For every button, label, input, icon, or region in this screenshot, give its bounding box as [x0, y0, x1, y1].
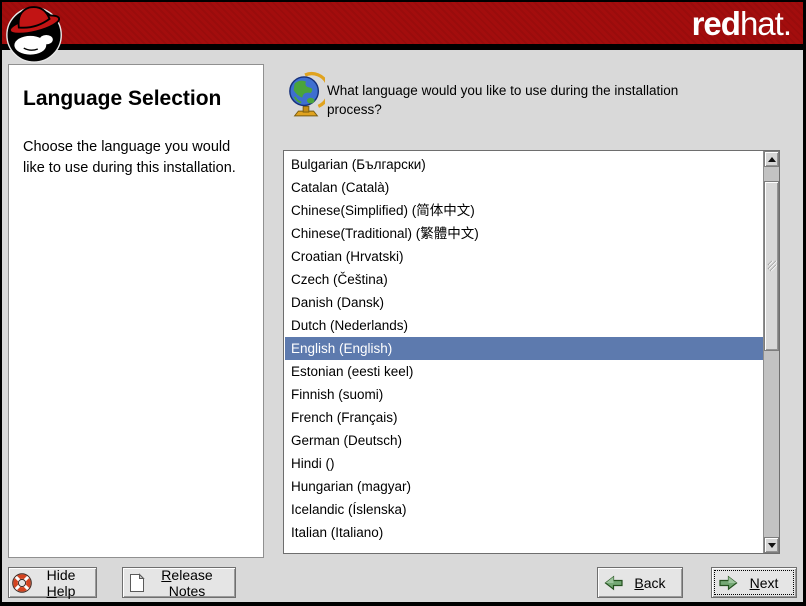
scroll-up-icon [768, 157, 776, 162]
header-divider [2, 44, 803, 50]
brand-bold: red [692, 5, 740, 42]
scrollbar-thumb[interactable] [764, 181, 779, 351]
scroll-up-button[interactable] [764, 151, 779, 167]
redhat-shadowman-icon [5, 3, 65, 65]
language-list-item[interactable]: Chinese(Traditional) (繁體中文) [285, 222, 763, 245]
installer-window: redhat. Language Selection Choose the la… [0, 0, 806, 606]
language-list-item[interactable]: Estonian (eesti keel) [285, 360, 763, 383]
question-text: What language would you like to use duri… [327, 81, 707, 119]
back-button[interactable]: Back [597, 567, 683, 598]
language-list-item[interactable]: Czech (Čeština) [285, 268, 763, 291]
language-list-item[interactable]: Hindi () [285, 452, 763, 475]
language-list-item[interactable]: Chinese(Simplified) (简体中文) [285, 199, 763, 222]
language-list-item[interactable]: French (Français) [285, 406, 763, 429]
page-title: Language Selection [23, 87, 249, 111]
globe-icon [287, 71, 325, 117]
scroll-down-button[interactable] [764, 537, 779, 553]
back-arrow-icon [604, 575, 624, 591]
language-list-item[interactable]: Finnish (suomi) [285, 383, 763, 406]
language-list-item[interactable]: Hungarian (magyar) [285, 475, 763, 498]
help-text: Choose the language you would like to us… [23, 137, 251, 179]
language-list-item[interactable]: German (Deutsch) [285, 429, 763, 452]
language-rows: Bulgarian (Български) Catalan (Català) C… [285, 153, 763, 544]
header-bar [2, 2, 803, 44]
scrollbar-trough[interactable] [764, 351, 779, 537]
brand-rest: hat. [740, 5, 791, 42]
help-panel: Language Selection Choose the language y… [8, 64, 264, 558]
list-scrollbar[interactable] [763, 151, 779, 553]
language-list-item[interactable]: Danish (Dansk) [285, 291, 763, 314]
document-icon [129, 573, 145, 593]
lifebuoy-icon [12, 573, 32, 593]
language-list-item[interactable]: Icelandic (Íslenska) [285, 498, 763, 521]
hide-help-button[interactable]: Hide Help [8, 567, 97, 598]
language-list-item[interactable]: Croatian (Hrvatski) [285, 245, 763, 268]
next-button[interactable]: Next [711, 567, 797, 598]
redhat-logo-text: redhat. [692, 4, 791, 44]
scrollbar-trough[interactable] [764, 167, 779, 181]
language-list-item[interactable]: Catalan (Català) [285, 176, 763, 199]
scroll-down-icon [768, 543, 776, 548]
release-notes-label: Release Notes [145, 567, 229, 599]
next-arrow-icon [718, 575, 738, 591]
next-label: Next [738, 575, 790, 591]
language-list: Bulgarian (Български) Catalan (Català) C… [283, 150, 780, 554]
language-list-item[interactable]: Italian (Italiano) [285, 521, 763, 544]
release-notes-button[interactable]: Release Notes [122, 567, 236, 598]
language-list-item[interactable]: English (English) [285, 337, 763, 360]
language-list-item[interactable]: Dutch (Nederlands) [285, 314, 763, 337]
thumb-grip-icon [767, 260, 777, 272]
back-label: Back [624, 575, 676, 591]
hide-help-label: Hide Help [32, 567, 90, 599]
language-list-item[interactable]: Bulgarian (Български) [285, 153, 763, 176]
